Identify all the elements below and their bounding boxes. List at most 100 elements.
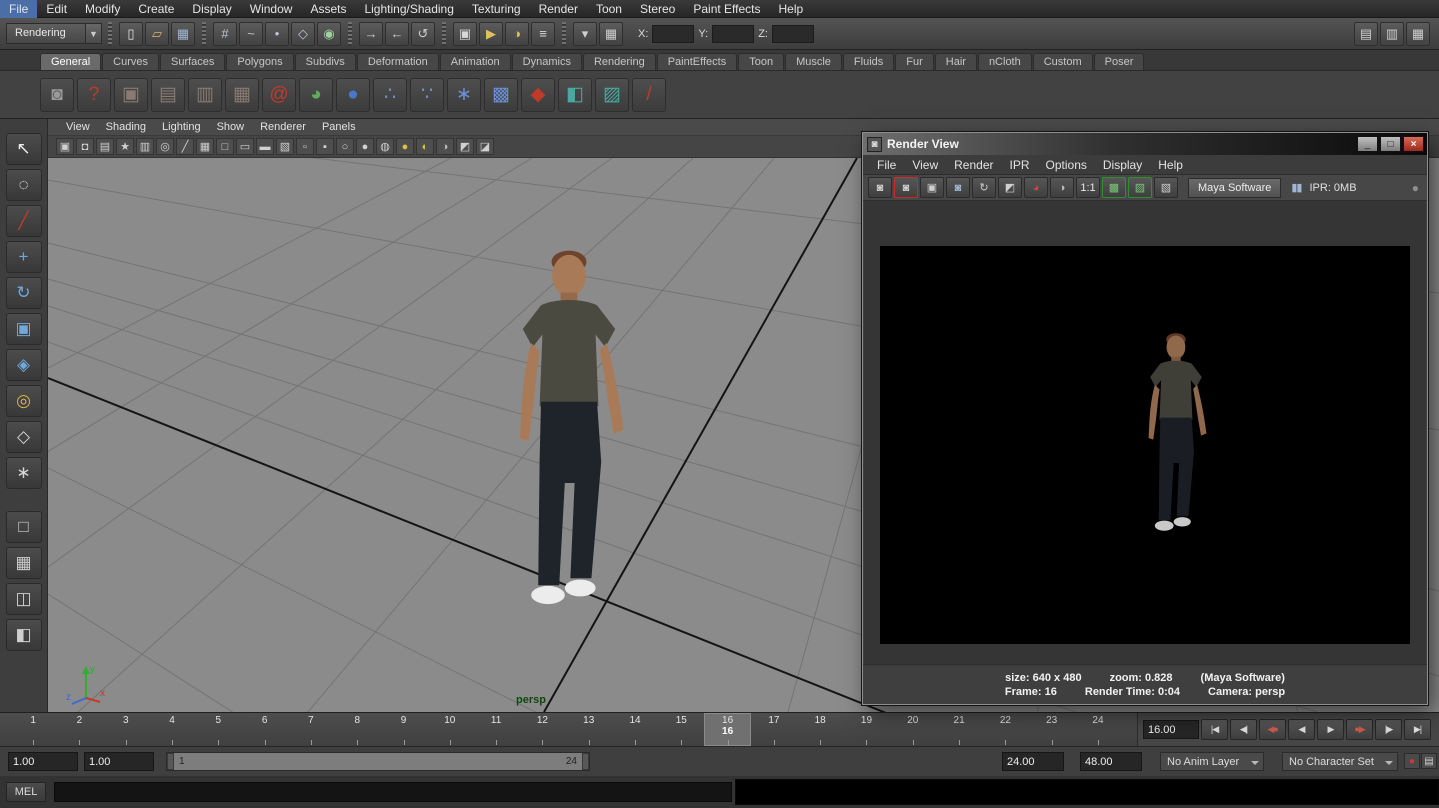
shelf-tab[interactable]: Dynamics	[512, 53, 582, 70]
menu-item[interactable]: Stereo	[631, 0, 684, 18]
panel-menu-item[interactable]: Renderer	[252, 119, 314, 136]
menu-item[interactable]: Texturing	[463, 0, 530, 18]
timeline-frame[interactable]: 18	[797, 713, 843, 746]
timeline-frame[interactable]: 12	[519, 713, 565, 746]
shelf-tab[interactable]: Poser	[1094, 53, 1145, 70]
grid-icon[interactable]: ▦	[196, 138, 214, 155]
grease-pencil-icon[interactable]: ╱	[176, 138, 194, 155]
universal-manipulator-icon[interactable]: ◈	[6, 349, 42, 381]
move-tool-icon[interactable]: +	[6, 241, 42, 273]
camera-icon[interactable]: ▣	[114, 78, 148, 112]
snap-to-grid-icon[interactable]: #	[213, 22, 237, 46]
show-manipulator-icon[interactable]: ◇	[6, 421, 42, 453]
channel-box-toggle-icon[interactable]: ▦	[1406, 22, 1430, 46]
range-end-handle[interactable]	[582, 753, 589, 770]
chevron-down-icon[interactable]: ▼	[85, 24, 101, 43]
toolbar-grip[interactable]	[108, 22, 112, 46]
sever-connection-icon[interactable]: /	[632, 78, 666, 112]
textured-icon[interactable]: ◍	[376, 138, 394, 155]
menu-item[interactable]: Toon	[587, 0, 631, 18]
make-live-icon[interactable]: ◉	[317, 22, 341, 46]
menu-item[interactable]: Window	[241, 0, 302, 18]
field-grid-icon[interactable]: ▦	[599, 22, 623, 46]
menu-item[interactable]: Modify	[76, 0, 129, 18]
safe-title-icon[interactable]: ▪	[316, 138, 334, 155]
scale-tool-icon[interactable]: ▣	[6, 313, 42, 345]
render-view-menu-item[interactable]: Display	[1095, 155, 1150, 175]
command-line-input[interactable]	[54, 782, 732, 802]
timeline-frame[interactable]: 10	[427, 713, 473, 746]
attribute-editor-toggle-icon[interactable]: ▤	[1354, 22, 1378, 46]
auto-keyframe-icon[interactable]: ●	[1404, 753, 1420, 769]
x-coordinate-field[interactable]	[652, 25, 694, 43]
y-coordinate-field[interactable]	[712, 25, 754, 43]
render-view-menu-item[interactable]: File	[869, 155, 904, 175]
ipr-render-icon[interactable]: ◑	[505, 22, 529, 46]
timeline-frame[interactable]: 24	[1075, 713, 1121, 746]
menu-item[interactable]: Display	[183, 0, 240, 18]
ambient-occlusion-icon[interactable]: ◑	[436, 138, 454, 155]
paint-select-tool-icon[interactable]: ╱	[6, 205, 42, 237]
animation-preferences-icon[interactable]: ▤	[1421, 753, 1437, 769]
current-time-field[interactable]	[1143, 720, 1199, 739]
timeline-frame[interactable]: 15	[658, 713, 704, 746]
node-icon[interactable]: ▧	[1154, 177, 1178, 198]
select-tool-icon[interactable]: ↖	[6, 133, 42, 165]
time-slider[interactable]: 1 2 3 4	[0, 713, 1138, 746]
render-settings-icon[interactable]: ≡	[531, 22, 555, 46]
character-set-dropdown[interactable]: No Character Set	[1282, 752, 1398, 771]
timeline-frame[interactable]: 1	[10, 713, 56, 746]
timeline-frame[interactable]: 11	[473, 713, 519, 746]
tool-settings-toggle-icon[interactable]: ▥	[1380, 22, 1404, 46]
get-brush-icon[interactable]: ◕	[299, 78, 333, 112]
menu-item[interactable]: Render	[530, 0, 587, 18]
shelf-tab[interactable]: Animation	[440, 53, 511, 70]
play-forward-button[interactable]: ▶	[1317, 719, 1344, 740]
anim-layer-dropdown[interactable]: No Anim Layer	[1160, 752, 1264, 771]
persp-outliner-layout-icon[interactable]: ◫	[6, 583, 42, 615]
timeline-frame[interactable]: 7	[288, 713, 334, 746]
shelf-tab[interactable]: Hair	[935, 53, 977, 70]
go-to-start-button[interactable]: |◀	[1201, 719, 1228, 740]
range-start-handle[interactable]	[167, 753, 174, 770]
camera-aim-up-icon[interactable]: ▥	[188, 78, 222, 112]
step-back-frame-button[interactable]: ◀|	[1230, 719, 1257, 740]
render-icon[interactable]: ◙	[868, 177, 892, 198]
shelf-tab[interactable]: Muscle	[785, 53, 842, 70]
shelf-tab[interactable]: nCloth	[978, 53, 1032, 70]
snap-to-curve-icon[interactable]: ~	[239, 22, 263, 46]
shelf-tab[interactable]: Toon	[738, 53, 784, 70]
last-tool-icon[interactable]: ∗	[6, 457, 42, 489]
toolbar-grip[interactable]	[442, 22, 446, 46]
render-view-menu-item[interactable]: Help	[1150, 155, 1191, 175]
snap-to-point-icon[interactable]: •	[265, 22, 289, 46]
panel-menu-item[interactable]: Panels	[314, 119, 364, 136]
renderer-select-dropdown[interactable]: Maya Software	[1188, 178, 1281, 198]
panel-menu-item[interactable]: Show	[209, 119, 253, 136]
toolbar-grip[interactable]	[202, 22, 206, 46]
render-view-workspace[interactable]	[864, 201, 1426, 664]
safe-action-icon[interactable]: ▫	[296, 138, 314, 155]
render-settings-icon[interactable]: ▩	[1102, 177, 1126, 198]
new-scene-icon[interactable]: ▯	[119, 22, 143, 46]
paint-effects-brush-icon[interactable]: @	[262, 78, 296, 112]
set-driven-key-icon[interactable]: ◆	[521, 78, 555, 112]
gate-mask-icon[interactable]: ▬	[256, 138, 274, 155]
open-scene-icon[interactable]: ▱	[145, 22, 169, 46]
isolate-select-icon[interactable]: ◩	[456, 138, 474, 155]
hypershade-persp-layout-icon[interactable]: ◧	[6, 619, 42, 651]
wireframe-icon[interactable]: ○	[336, 138, 354, 155]
field-chart-icon[interactable]: ▧	[276, 138, 294, 155]
timeline-frame[interactable]: 9	[380, 713, 426, 746]
film-gate-icon[interactable]: □	[216, 138, 234, 155]
shelf-tab[interactable]: Rendering	[583, 53, 656, 70]
construction-history-icon[interactable]: ↺	[411, 22, 435, 46]
hypergraph-icon[interactable]: ▩	[484, 78, 518, 112]
node-network-icon[interactable]: ∗	[447, 78, 481, 112]
real-size-icon[interactable]: 1:1	[1076, 177, 1100, 198]
timeline-frame[interactable]: 5	[195, 713, 241, 746]
joint-tree-icon[interactable]: ∴	[373, 78, 407, 112]
snapshot-icon[interactable]: ▣	[920, 177, 944, 198]
container-icon[interactable]: ◧	[558, 78, 592, 112]
step-forward-key-button[interactable]: ●▶	[1346, 719, 1373, 740]
